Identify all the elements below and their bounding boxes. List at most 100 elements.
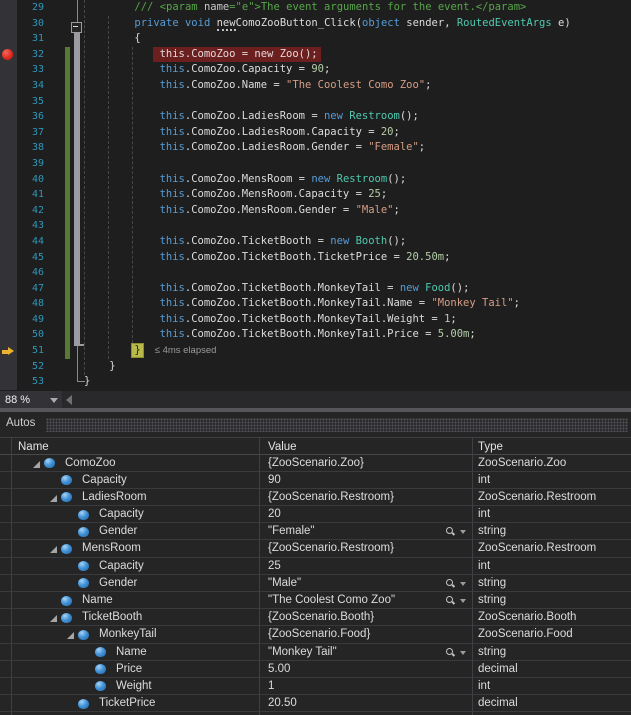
expander-collapse-icon[interactable] (33, 461, 40, 468)
code-line[interactable]: 52} (0, 359, 631, 375)
code-line[interactable]: 37this.ComoZoo.LadiesRoom.Capacity = 20; (0, 125, 631, 141)
variable-value[interactable]: "Male" (268, 576, 301, 591)
magnifier-icon[interactable] (446, 579, 454, 587)
zoom-level-combobox[interactable]: 88 % (0, 391, 62, 409)
code-line[interactable]: 43 (0, 218, 631, 234)
variable-row[interactable]: Weight1int (0, 678, 631, 695)
code-line[interactable]: 40this.ComoZoo.MensRoom = new Restroom()… (0, 172, 631, 188)
variable-row[interactable]: TicketBooth{ZooScenario.Booth}ZooScenari… (0, 609, 631, 626)
column-header-type[interactable]: Type (478, 439, 503, 455)
line-number: 35 (0, 94, 44, 110)
variable-type: string (478, 524, 506, 539)
magnifier-icon[interactable] (446, 596, 454, 604)
code-token: } (84, 375, 90, 387)
magnifier-dropdown-icon[interactable] (460, 599, 466, 603)
variable-row[interactable]: Capacity25int (0, 558, 631, 575)
code-line[interactable]: 48this.ComoZoo.TicketBooth.MonkeyTail.Na… (0, 296, 631, 312)
code-line[interactable]: 33this.ComoZoo.Capacity = 90; (0, 62, 631, 78)
code-line[interactable]: 39 (0, 156, 631, 172)
variable-row[interactable]: Gender"Male"string (0, 575, 631, 592)
magnifier-dropdown-icon[interactable] (460, 651, 466, 655)
variable-value[interactable]: 1 (268, 679, 274, 694)
column-separator[interactable] (472, 437, 473, 715)
code-line[interactable]: 42this.ComoZoo.MensRoom.Gender = "Male"; (0, 203, 631, 219)
code-token: ComoZooButton_Click (236, 17, 356, 29)
variable-value[interactable]: "Female" (268, 524, 315, 539)
variable-value[interactable]: "Monkey Tail" (268, 645, 337, 660)
variable-value[interactable]: 90 (268, 473, 281, 488)
code-token: ; (324, 63, 330, 75)
variable-row[interactable]: LadiesRoom{ZooScenario.Restroom}ZooScena… (0, 489, 631, 506)
magnifier-dropdown-icon[interactable] (460, 582, 466, 586)
variable-value[interactable]: {ZooScenario.Restroom} (268, 541, 394, 556)
code-line[interactable]: 50this.ComoZoo.TicketBooth.MonkeyTail.Pr… (0, 327, 631, 343)
variable-name: TicketBooth (82, 610, 142, 625)
code-line[interactable]: 41this.ComoZoo.MensRoom.Capacity = 25; (0, 187, 631, 203)
expander-collapse-icon[interactable] (67, 632, 74, 639)
magnifier-icon[interactable] (446, 648, 454, 656)
code-token: "Male" (356, 204, 394, 216)
code-line[interactable]: 53} (0, 374, 631, 390)
variable-row[interactable]: MensRoom{ZooScenario.Restroom}ZooScenari… (0, 540, 631, 557)
code-token: .ComoZoo.TicketBooth.MonkeyTail = (185, 282, 400, 294)
code-token: (); (387, 173, 406, 185)
code-line[interactable]: 35 (0, 94, 631, 110)
code-line[interactable]: 30private void newComoZooButton_Click(ob… (0, 16, 631, 32)
variable-value[interactable]: "The Coolest Como Zoo" (268, 593, 395, 608)
code-editor[interactable]: 29/// <param name="e">The event argument… (0, 0, 631, 390)
column-separator[interactable] (259, 437, 260, 715)
code-line[interactable]: 51}≤ 4ms elapsed (0, 343, 631, 359)
code-line[interactable]: 46 (0, 265, 631, 281)
variable-value[interactable]: {ZooScenario.Food} (268, 627, 370, 642)
variable-value[interactable]: 20 (268, 507, 281, 522)
variable-value[interactable]: 5.00 (268, 662, 290, 677)
code-token: ; (394, 204, 400, 216)
variable-value[interactable]: {ZooScenario.Booth} (268, 610, 374, 625)
variable-row[interactable]: TicketPrice20.50decimal (0, 695, 631, 712)
variable-row[interactable]: ComoZoo{ZooScenario.Zoo}ZooScenario.Zoo (0, 455, 631, 472)
variable-row[interactable]: Price5.00decimal (0, 661, 631, 678)
code-line[interactable]: 49this.ComoZoo.TicketBooth.MonkeyTail.We… (0, 312, 631, 328)
code-token: void (185, 17, 210, 29)
variable-value[interactable]: {ZooScenario.Restroom} (268, 490, 394, 505)
column-header-value[interactable]: Value (268, 439, 297, 455)
variable-row[interactable]: Name"The Coolest Como Zoo"string (0, 592, 631, 609)
magnifier-icon[interactable] (446, 527, 454, 535)
variable-row[interactable]: Name"Monkey Tail"string (0, 644, 631, 661)
variable-row[interactable]: Capacity90int (0, 472, 631, 489)
scroll-left-icon[interactable] (66, 395, 72, 405)
code-line[interactable]: 29/// <param name="e">The event argument… (0, 0, 631, 16)
code-token: this (160, 313, 185, 325)
code-token: "The Coolest Como Zoo" (286, 79, 425, 91)
variable-value[interactable]: 20.50 (268, 696, 297, 711)
code-token: } (109, 360, 115, 372)
code-token: new (330, 235, 349, 247)
code-line[interactable]: 47this.ComoZoo.TicketBooth.MonkeyTail = … (0, 281, 631, 297)
code-token: private (134, 17, 178, 29)
autos-title-bar[interactable]: Autos (0, 412, 631, 437)
magnifier-dropdown-icon[interactable] (460, 530, 466, 534)
variable-row[interactable]: MonkeyTail{ZooScenario.Food}ZooScenario.… (0, 626, 631, 643)
code-token: e) (552, 17, 571, 29)
expander-collapse-icon[interactable] (50, 495, 57, 502)
column-header-name[interactable]: Name (18, 439, 49, 455)
code-line[interactable]: 36this.ComoZoo.LadiesRoom = new Restroom… (0, 109, 631, 125)
expander-collapse-icon[interactable] (50, 546, 57, 553)
variable-row[interactable]: Gender"Female"string (0, 523, 631, 540)
variable-value[interactable]: 25 (268, 559, 281, 574)
expander-collapse-icon[interactable] (50, 615, 57, 622)
code-text: this.ComoZoo.MensRoom.Gender = "Male"; (0, 203, 400, 219)
code-line[interactable]: 38this.ComoZoo.LadiesRoom.Gender = "Fema… (0, 140, 631, 156)
code-line[interactable]: 45this.ComoZoo.TicketBooth.TicketPrice =… (0, 250, 631, 266)
variable-row[interactable]: Capacity20int (0, 506, 631, 523)
code-token: ="e">The event arguments for the event.<… (229, 1, 526, 13)
code-line[interactable]: 34this.ComoZoo.Name = "The Coolest Como … (0, 78, 631, 94)
code-line[interactable]: 32this.ComoZoo = new Zoo(); (0, 47, 631, 63)
code-line[interactable]: 44this.ComoZoo.TicketBooth = new Booth()… (0, 234, 631, 250)
code-line[interactable]: 31{ (0, 31, 631, 47)
perf-tip[interactable]: ≤ 4ms elapsed (155, 345, 217, 356)
code-token: this (160, 251, 185, 263)
variable-type: string (478, 593, 506, 608)
variable-value[interactable]: {ZooScenario.Zoo} (268, 456, 364, 471)
code-token (210, 17, 216, 29)
